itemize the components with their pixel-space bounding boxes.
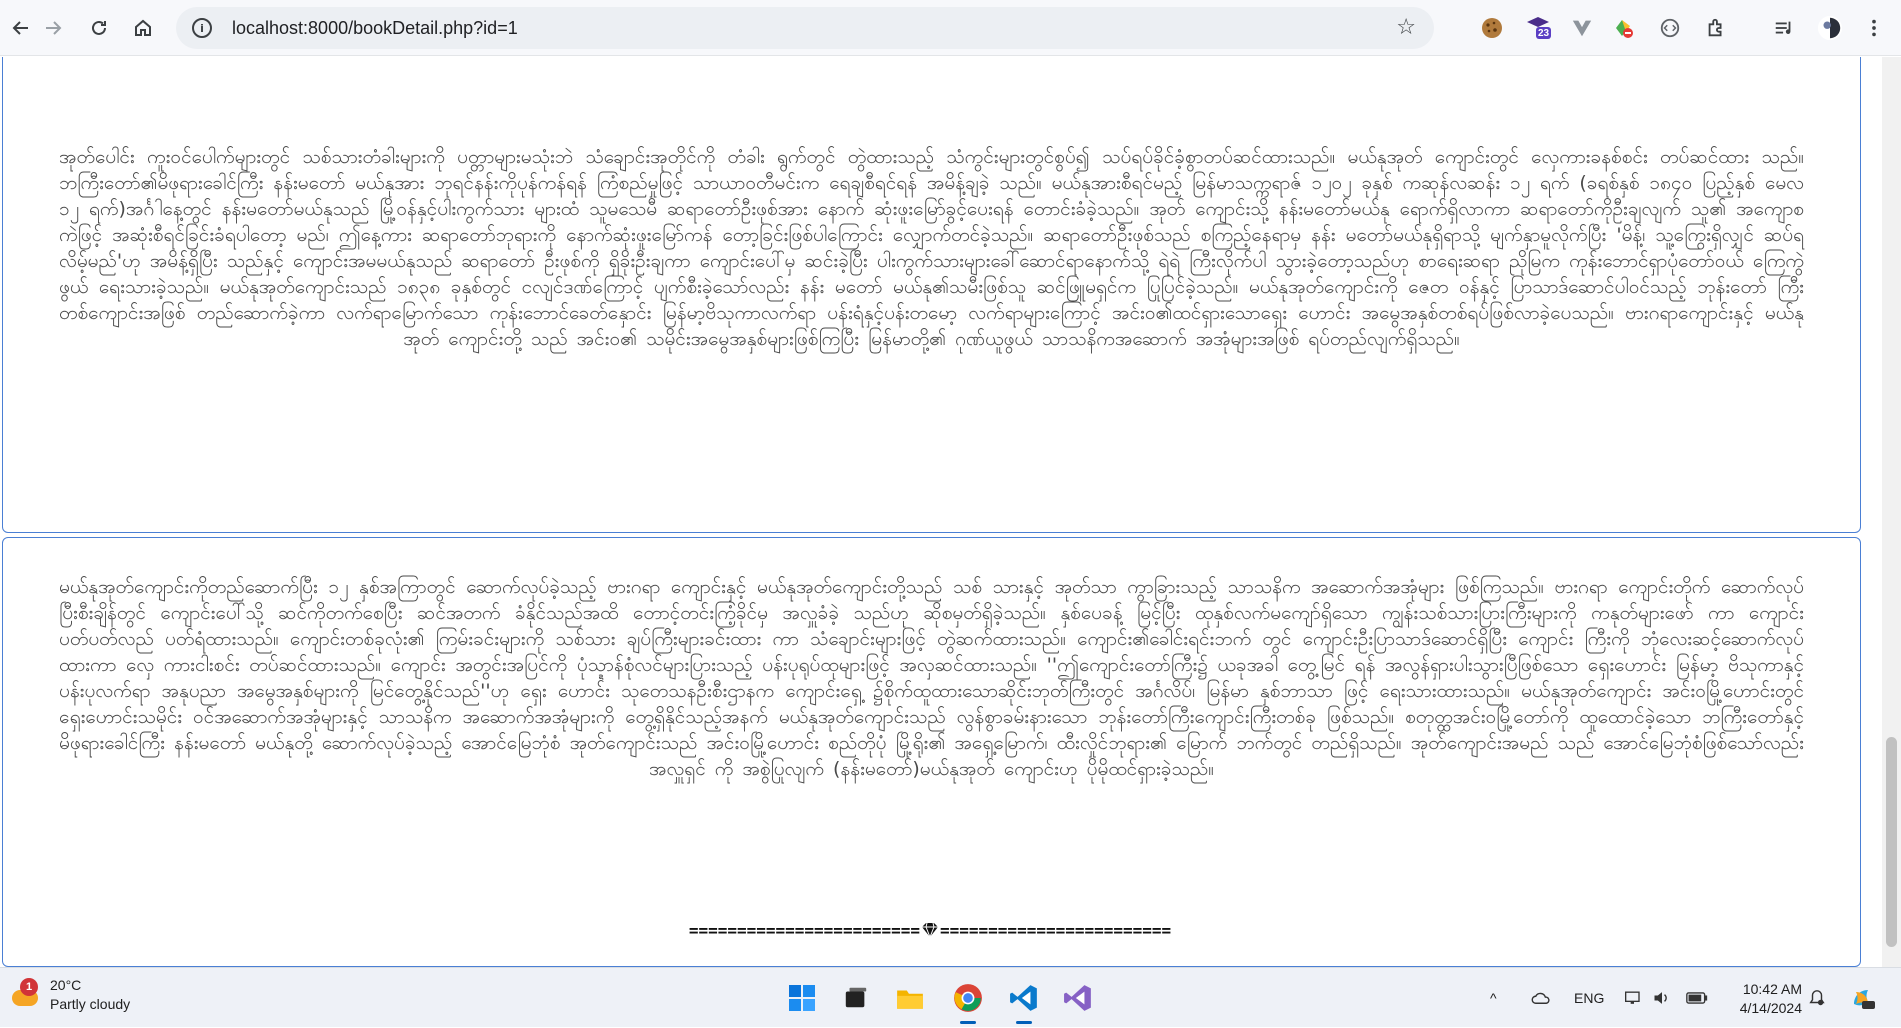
- language-indicator[interactable]: ENG: [1574, 968, 1604, 1028]
- show-hidden-icons-chevron-icon[interactable]: ^: [1490, 968, 1497, 1028]
- weather-cloud-icon: 1: [10, 978, 40, 1010]
- onedrive-cloud-icon[interactable]: [1530, 968, 1552, 1028]
- media-controls-icon[interactable]: [1770, 14, 1798, 42]
- paragraph-2: မယ်နုအုတ်ကျောင်းကိုတည်ဆောက်ပြီး ၁၂ နှစ်အ…: [59, 576, 1804, 780]
- network-icon[interactable]: [1624, 968, 1644, 1028]
- weather-badge: 1: [20, 978, 38, 996]
- address-bar[interactable]: i localhost:8000/bookDetail.php?id=1 ☆: [176, 7, 1434, 49]
- volume-icon[interactable]: [1652, 968, 1672, 1028]
- divider-left: ========================: [688, 921, 920, 940]
- home-icon[interactable]: [122, 7, 164, 49]
- divider-right: ========================: [940, 921, 1172, 940]
- section-divider: ======================== ================…: [0, 921, 1860, 942]
- start-windows-icon[interactable]: [784, 980, 820, 1016]
- clock-time: 10:42 AM: [1742, 981, 1802, 997]
- extension-badge-count: 23: [1538, 28, 1550, 39]
- extensions-puzzle-icon[interactable]: [1702, 14, 1730, 42]
- battery-icon[interactable]: [1686, 968, 1708, 1028]
- paragraph-1: အုတ်ပေါင်း ကူးဝင်ပေါက်များတွင် သစ်သားတံခ…: [59, 146, 1804, 350]
- chrome-taskbar-icon[interactable]: [950, 980, 986, 1024]
- clock-date: 4/14/2024: [1739, 1000, 1802, 1016]
- system-clock[interactable]: 10:42 AM 4/14/2024: [1712, 980, 1802, 1018]
- weather-condition: Partly cloudy: [50, 996, 131, 1012]
- weather-widget[interactable]: 1 20°C Partly cloudy: [10, 976, 130, 1014]
- browser-toolbar: i localhost:8000/bookDetail.php?id=1 ☆ 2…: [0, 0, 1901, 56]
- windows-taskbar: 1 20°C Partly cloudy ^ ENG 10:42 AM 4/14…: [0, 967, 1901, 1027]
- vertical-scrollbar[interactable]: [1882, 57, 1901, 967]
- weather-temperature: 20°C: [50, 977, 82, 993]
- content-card-2: မယ်နုအုတ်ကျောင်းကိုတည်ဆောက်ပြီး ၁၂ နှစ်အ…: [2, 537, 1861, 967]
- content-card-1: အုတ်ပေါင်း ကူးဝင်ပေါက်များတွင် သစ်သားတံခ…: [2, 57, 1861, 533]
- profile-avatar-icon[interactable]: [1816, 14, 1844, 42]
- visual-studio-icon[interactable]: [1060, 980, 1096, 1016]
- copilot-preview-icon[interactable]: [1848, 968, 1876, 1028]
- blocked-extension-icon[interactable]: [1610, 14, 1638, 42]
- extension-badge-icon[interactable]: 23: [1524, 14, 1552, 42]
- page-viewport: အုတ်ပေါင်း ကူးဝင်ပေါက်များတွင် သစ်သားတံခ…: [0, 57, 1882, 967]
- chrome-menu-icon[interactable]: [1860, 14, 1888, 42]
- bookmark-star-icon[interactable]: ☆: [1396, 15, 1416, 40]
- file-explorer-icon[interactable]: [892, 980, 928, 1016]
- vscode-taskbar-icon[interactable]: [1006, 980, 1042, 1024]
- diamond-icon: [920, 922, 940, 942]
- notification-bell-icon[interactable]: [1808, 968, 1826, 1028]
- scrollbar-thumb[interactable]: [1886, 737, 1897, 947]
- devtools-circle-icon[interactable]: [1656, 14, 1684, 42]
- reload-icon[interactable]: [78, 7, 120, 49]
- site-info-icon[interactable]: i: [192, 18, 212, 38]
- cookie-extension-icon[interactable]: [1478, 14, 1506, 42]
- task-view-icon[interactable]: [838, 980, 874, 1016]
- forward-arrow-icon[interactable]: [32, 7, 74, 49]
- url-text[interactable]: localhost:8000/bookDetail.php?id=1: [232, 18, 518, 39]
- vue-devtools-icon[interactable]: [1568, 14, 1596, 42]
